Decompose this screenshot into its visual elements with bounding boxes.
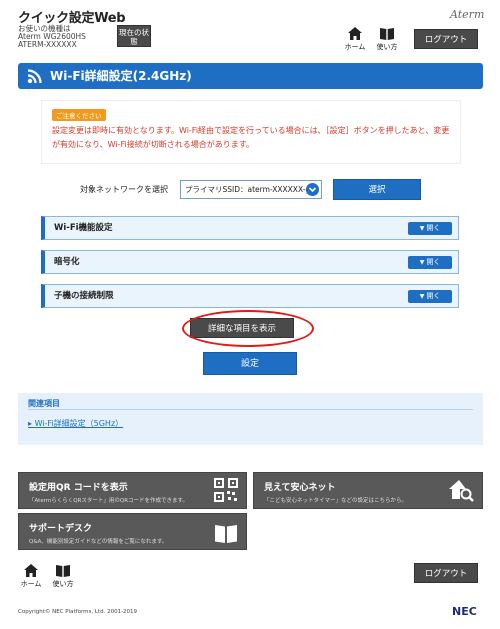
- accordion-label: 暗号化: [54, 257, 80, 267]
- book-icon: [380, 28, 394, 40]
- support-desk-tile[interactable]: サポートデスク Q&A、機能別設定ガイドなどの情報をご覧になれます。: [18, 513, 247, 550]
- network-select[interactable]: プライマリSSID：aterm-XXXXXX-g: [180, 180, 322, 199]
- open-button[interactable]: ▼ 開く: [408, 222, 452, 235]
- chevron-down-icon: ▼: [419, 259, 425, 266]
- page-title-bar: Wi-Fi詳細設定(2.4GHz): [18, 63, 483, 89]
- qr-code-icon: [214, 478, 238, 502]
- home-nav[interactable]: ホーム: [342, 26, 368, 52]
- related-link-5ghz[interactable]: ▸ Wi-Fi詳細設定（5GHz）: [28, 418, 123, 429]
- manual-label: 使い方: [52, 580, 74, 588]
- ssid-name: ATERM-XXXXXX: [18, 40, 77, 49]
- accordion-connection-limit[interactable]: 子機の接続制限 ▼ 開く: [41, 284, 459, 308]
- page-title: Wi-Fi詳細設定(2.4GHz): [50, 69, 192, 83]
- home-icon: [348, 27, 362, 40]
- logout-button[interactable]: ログアウト: [414, 29, 478, 49]
- open-label: 開く: [426, 292, 441, 300]
- divider: [28, 409, 473, 410]
- book-icon: [215, 525, 237, 543]
- safe-net-tile[interactable]: 見えて安心ネット 「こども安心ネットタイマー」などの設定はこちらから。: [253, 472, 483, 509]
- chevron-down-icon: ▼: [419, 293, 425, 300]
- open-button[interactable]: ▼ 開く: [408, 256, 452, 269]
- wifi-icon: [27, 69, 42, 84]
- nec-logo: NEC: [452, 605, 477, 618]
- accordion-label: Wi-Fi機能設定: [54, 223, 113, 233]
- notice-text: 設定変更は即時に有効となります。Wi-Fi経由で設定を行っている場合には、［設定…: [52, 126, 450, 149]
- home-icon: [24, 564, 38, 577]
- accordion-label: 子機の接続制限: [54, 291, 114, 301]
- network-select-label: 対象ネットワークを選択: [80, 185, 168, 194]
- tile-desc: 「こども安心ネットタイマー」などの設定はこちらから。: [264, 498, 408, 504]
- manual-nav[interactable]: 使い方: [374, 26, 400, 52]
- open-button[interactable]: ▼ 開く: [408, 290, 452, 303]
- chevron-down-icon: [306, 183, 319, 196]
- chevron-down-icon: ▼: [419, 225, 425, 232]
- related-section: 関連項目 ▸ Wi-Fi詳細設定（5GHz）: [18, 393, 483, 445]
- home-label: ホーム: [20, 580, 42, 588]
- notice-box: ご注意ください 設定変更は即時に有効となります。Wi-Fi経由で設定を行っている…: [41, 100, 461, 164]
- related-heading: 関連項目: [28, 399, 60, 408]
- caution-badge: ご注意ください: [52, 109, 106, 121]
- manual-label: 使い方: [376, 43, 398, 51]
- tile-title: 見えて安心ネット: [264, 483, 336, 493]
- footer-home-nav[interactable]: ホーム: [18, 563, 44, 589]
- apply-button[interactable]: 設定: [203, 352, 297, 375]
- home-label: ホーム: [344, 43, 366, 51]
- status-button[interactable]: 現在の状態: [117, 25, 151, 47]
- select-button[interactable]: 選択: [333, 179, 421, 200]
- book-icon: [56, 565, 70, 577]
- accordion-encryption[interactable]: 暗号化 ▼ 開く: [41, 250, 459, 274]
- accordion-wifi-function[interactable]: Wi-Fi機能設定 ▼ 開く: [41, 216, 459, 240]
- tile-title: サポートデスク: [29, 524, 93, 534]
- open-label: 開く: [426, 224, 441, 232]
- tile-title: 設定用QR コードを表示: [29, 483, 128, 493]
- related-link-label: Wi-Fi詳細設定（5GHz）: [34, 419, 124, 428]
- tile-desc: Q&A、機能別設定ガイドなどの情報をご覧になれます。: [29, 539, 168, 545]
- brand-logo: Aterm: [450, 8, 485, 21]
- copyright: Copyright© NEC Platforms, Ltd. 2001-2019: [18, 609, 138, 615]
- footer-logout-button[interactable]: ログアウト: [414, 563, 478, 583]
- header: クイック設定Web お使いの機種は Aterm WG2600HS ATERM-X…: [0, 0, 500, 58]
- tile-desc: 「AtermらくらくQRスタート」用のQRコードを作成できます。: [29, 498, 188, 504]
- open-label: 開く: [426, 258, 441, 266]
- show-detail-button[interactable]: 詳細な項目を表示: [190, 318, 294, 338]
- home-search-icon: [449, 480, 474, 502]
- network-select-value: プライマリSSID：aterm-XXXXXX-g: [185, 185, 311, 194]
- qr-code-tile[interactable]: 設定用QR コードを表示 「AtermらくらくQRスタート」用のQRコードを作成…: [18, 472, 247, 509]
- footer-manual-nav[interactable]: 使い方: [50, 563, 76, 589]
